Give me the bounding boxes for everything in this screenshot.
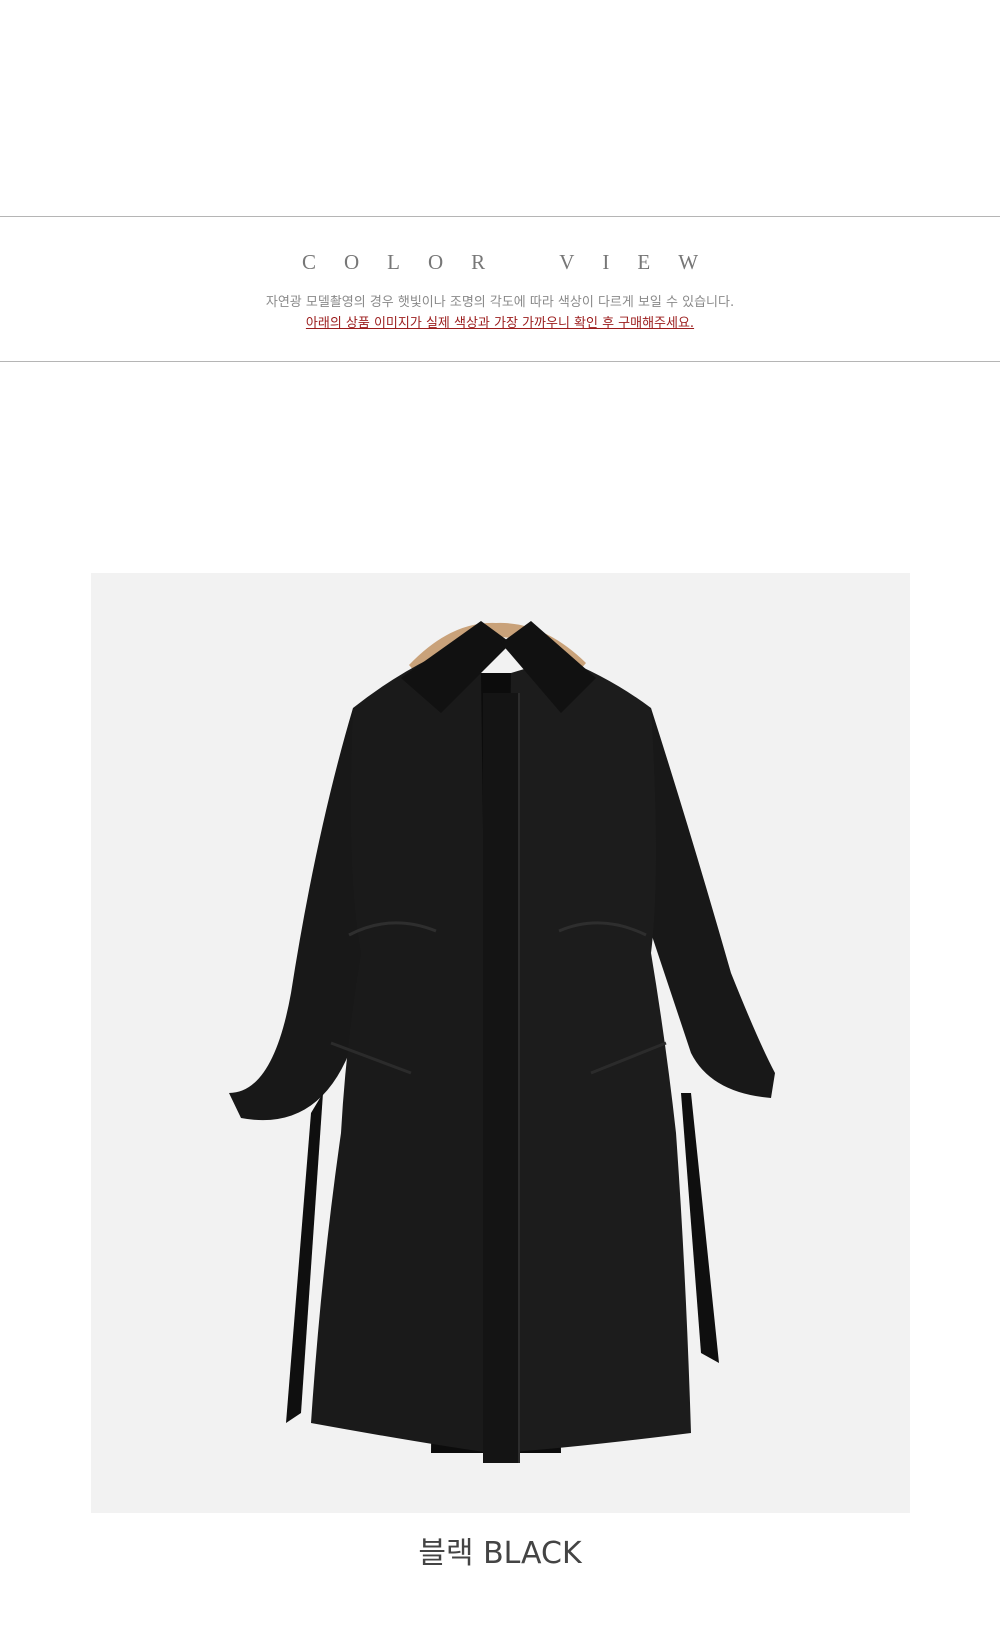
color-notice-highlight: 아래의 상품 이미지가 실제 색상과 가장 가까우니 확인 후 구매해주세요. (305, 316, 695, 331)
heading-letter: L (387, 250, 400, 274)
heading-letter: E (637, 250, 651, 274)
color-view-heading: COLORVIEW (0, 250, 1000, 275)
heading-letter: R (471, 250, 486, 274)
coat-illustration (91, 573, 910, 1513)
heading-letter: W (678, 250, 699, 274)
heading-letter: O (428, 250, 444, 274)
heading-letter: O (344, 250, 360, 274)
color-notice: 자연광 모델촬영의 경우 햇빛이나 조명의 각도에 따라 색상이 다르게 보일 … (265, 295, 735, 310)
divider-top (0, 216, 1000, 217)
heading-word-view: VIEW (545, 250, 712, 275)
product-photo (91, 573, 910, 1513)
heading-word-color: COLOR (288, 250, 499, 275)
heading-letter: I (602, 250, 610, 274)
color-caption: 블랙 BLACK (418, 1536, 582, 1571)
heading-letter: C (301, 250, 316, 274)
heading-letter: V (559, 250, 575, 274)
divider-bottom (0, 361, 1000, 362)
